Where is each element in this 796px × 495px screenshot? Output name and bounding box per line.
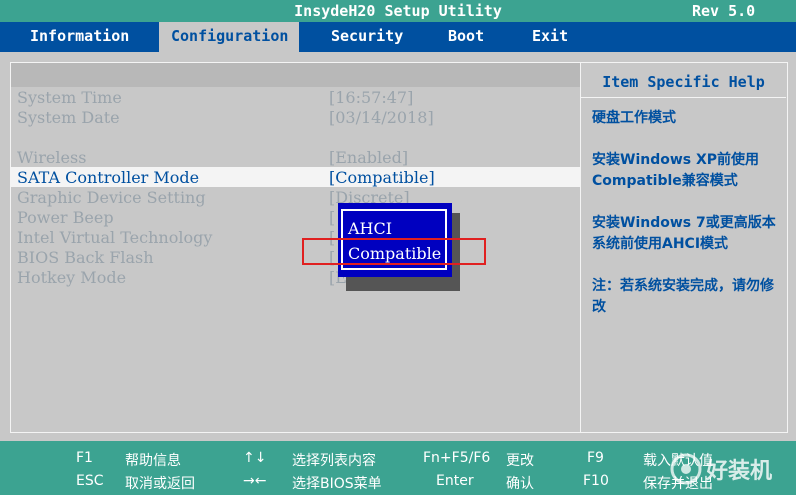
footer-key: F10 [583, 473, 609, 489]
setting-value[interactable]: [ [329, 208, 335, 227]
svg-text:好装机: 好装机 [705, 458, 772, 484]
footer-key: ↑↓ [243, 450, 267, 466]
help-text: 安装Windows XP前使用Compatible兼容模式 [592, 152, 760, 189]
help-text: 硬盘工作模式 [592, 110, 676, 126]
setting-label: SATA Controller Mode [17, 168, 200, 187]
footer-key: Fn+F5/F6 [423, 450, 491, 466]
annotation-highlight-box [302, 238, 486, 265]
footer-desc: 选择列表内容 [292, 453, 376, 469]
revision-label: Rev 5.0 [692, 2, 756, 20]
tab-exit[interactable]: Exit [532, 22, 568, 52]
setting-value[interactable]: [Enabled] [329, 148, 408, 167]
footer-desc: 更改 [506, 453, 534, 469]
footer-desc: 选择BIOS菜单 [292, 476, 382, 492]
footer-desc: 取消或返回 [125, 476, 195, 492]
tab-configuration[interactable]: Configuration [159, 22, 299, 52]
setting-label: System Date [17, 108, 120, 127]
footer-desc: 帮助信息 [125, 453, 181, 469]
help-text: 安装Windows 7或更高版本系统前使用AHCI模式 [592, 215, 776, 252]
footer-key: Enter [436, 473, 474, 489]
tab-security[interactable]: Security [331, 22, 403, 52]
setting-value[interactable]: [16:57:47] [329, 88, 413, 107]
setting-label: System Time [17, 88, 122, 107]
footer-desc: 确认 [506, 476, 534, 492]
footer-key: F9 [587, 450, 604, 466]
settings-panel-header [11, 63, 580, 87]
setting-label: Graphic Device Setting [17, 188, 206, 207]
setting-value[interactable]: [Compatible] [329, 168, 435, 187]
app-title: InsydeH20 Setup Utility [294, 2, 502, 20]
setting-label: BIOS Back Flash [17, 248, 154, 267]
help-title: Item Specific Help [602, 73, 765, 91]
setting-label: Power Beep [17, 208, 114, 227]
watermark-logo: 好装机 [668, 448, 790, 490]
tab-information[interactable]: Information [30, 22, 129, 52]
tab-boot[interactable]: Boot [448, 22, 484, 52]
footer-key: F1 [76, 450, 93, 466]
footer-key: ESC [76, 473, 104, 489]
setting-label: Hotkey Mode [17, 268, 127, 287]
footer-key: →← [243, 473, 267, 489]
setting-label: Wireless [17, 148, 87, 167]
setting-label: Intel Virtual Technology [17, 228, 213, 247]
watermark-logo-icon: 好装机 [670, 453, 772, 485]
popup-option-ahci[interactable]: AHCI [348, 219, 392, 238]
setting-value[interactable]: [03/14/2018] [329, 108, 434, 127]
help-text: 注：若系统安装完成，请勿修改 [592, 278, 774, 315]
